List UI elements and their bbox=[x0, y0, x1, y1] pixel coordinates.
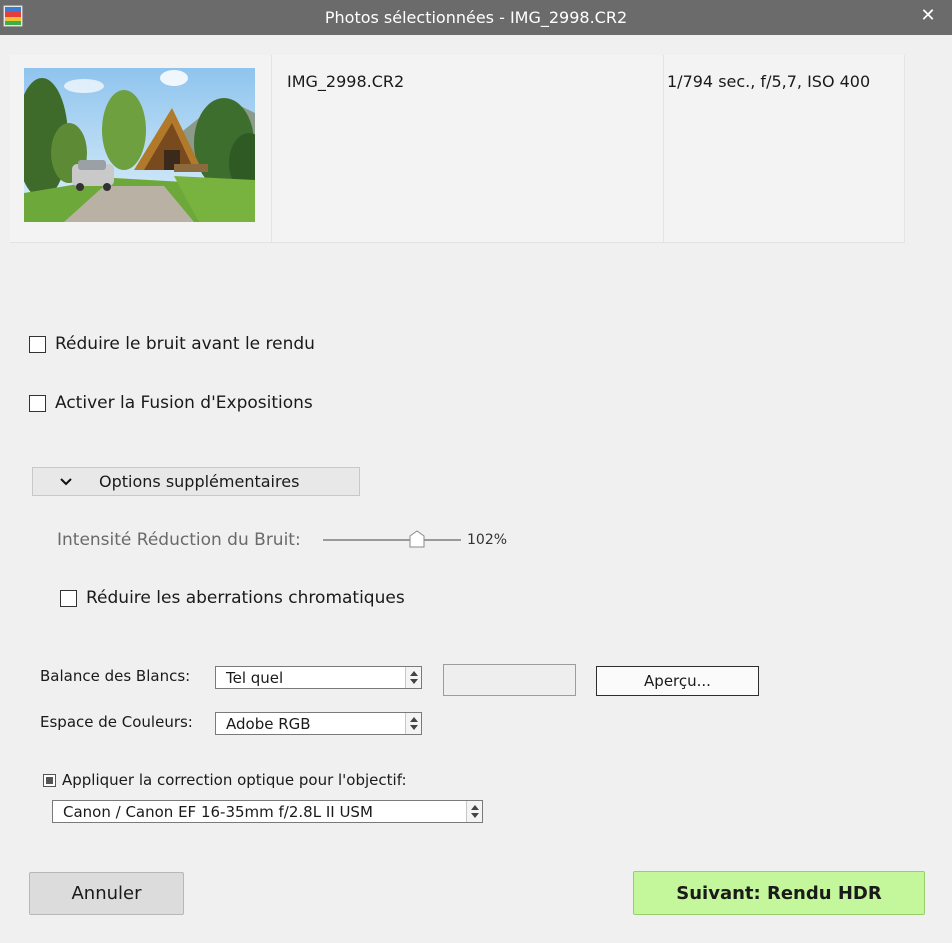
lens-correction-option[interactable]: Appliquer la correction optique pour l'o… bbox=[43, 771, 407, 789]
photo-exif-info: 1/794 sec., f/5,7, ISO 400 bbox=[667, 72, 871, 91]
next-hdr-render-button[interactable]: Suivant: Rendu HDR bbox=[633, 871, 925, 915]
updown-arrows-icon bbox=[466, 801, 482, 822]
reduce-noise-option[interactable]: Réduire le bruit avant le rendu bbox=[29, 334, 315, 354]
title-bar: Photos sélectionnées - IMG_2998.CR2 ✕ bbox=[0, 0, 952, 35]
lens-profile-value: Canon / Canon EF 16-35mm f/2.8L II USM bbox=[63, 802, 373, 821]
chromatic-aberration-label: Réduire les aberrations chromatiques bbox=[86, 588, 405, 608]
more-options-toggle[interactable]: Options supplémentaires bbox=[32, 467, 360, 496]
column-divider bbox=[663, 55, 664, 243]
lens-profile-select[interactable]: Canon / Canon EF 16-35mm f/2.8L II USM bbox=[52, 800, 483, 823]
window-title: Photos sélectionnées - IMG_2998.CR2 bbox=[324, 8, 628, 27]
selected-photo-panel: IMG_2998.CR2 1/794 sec., f/5,7, ISO 400 bbox=[10, 55, 905, 243]
chromatic-aberration-option[interactable]: Réduire les aberrations chromatiques bbox=[60, 588, 405, 608]
exposure-fusion-checkbox[interactable] bbox=[29, 394, 46, 412]
preview-button[interactable]: Aperçu... bbox=[596, 666, 759, 696]
reduce-noise-checkbox[interactable] bbox=[29, 335, 46, 353]
noise-intensity-slider-handle[interactable] bbox=[408, 530, 426, 548]
white-balance-label: Balance des Blancs: bbox=[40, 667, 191, 685]
lens-correction-label: Appliquer la correction optique pour l'o… bbox=[62, 771, 407, 789]
column-divider bbox=[271, 55, 272, 243]
updown-arrows-icon bbox=[405, 667, 421, 688]
noise-intensity-value: 102% bbox=[467, 532, 508, 548]
column-divider bbox=[904, 55, 905, 243]
color-space-select[interactable]: Adobe RGB bbox=[215, 712, 422, 735]
reduce-noise-label: Réduire le bruit avant le rendu bbox=[55, 334, 315, 354]
photo-filename: IMG_2998.CR2 bbox=[287, 72, 405, 91]
white-balance-select[interactable]: Tel quel bbox=[215, 666, 422, 689]
photo-thumbnail bbox=[24, 68, 255, 222]
white-balance-preview-swatch bbox=[443, 664, 576, 696]
color-space-value: Adobe RGB bbox=[226, 714, 311, 733]
cancel-button[interactable]: Annuler bbox=[29, 872, 184, 915]
noise-intensity-label: Intensité Réduction du Bruit: bbox=[57, 530, 301, 550]
lens-correction-checkbox[interactable] bbox=[43, 773, 56, 787]
exposure-fusion-option[interactable]: Activer la Fusion d'Expositions bbox=[29, 393, 313, 413]
white-balance-value: Tel quel bbox=[226, 668, 284, 687]
noise-intensity-slider-track[interactable] bbox=[323, 539, 461, 541]
chromatic-aberration-checkbox[interactable] bbox=[60, 589, 77, 607]
color-space-label: Espace de Couleurs: bbox=[40, 713, 193, 731]
chevron-down-icon bbox=[51, 475, 81, 489]
more-options-label: Options supplémentaires bbox=[99, 472, 300, 491]
close-icon[interactable]: ✕ bbox=[918, 6, 938, 26]
updown-arrows-icon bbox=[405, 713, 421, 734]
exposure-fusion-label: Activer la Fusion d'Expositions bbox=[55, 393, 313, 413]
app-icon bbox=[3, 5, 23, 27]
